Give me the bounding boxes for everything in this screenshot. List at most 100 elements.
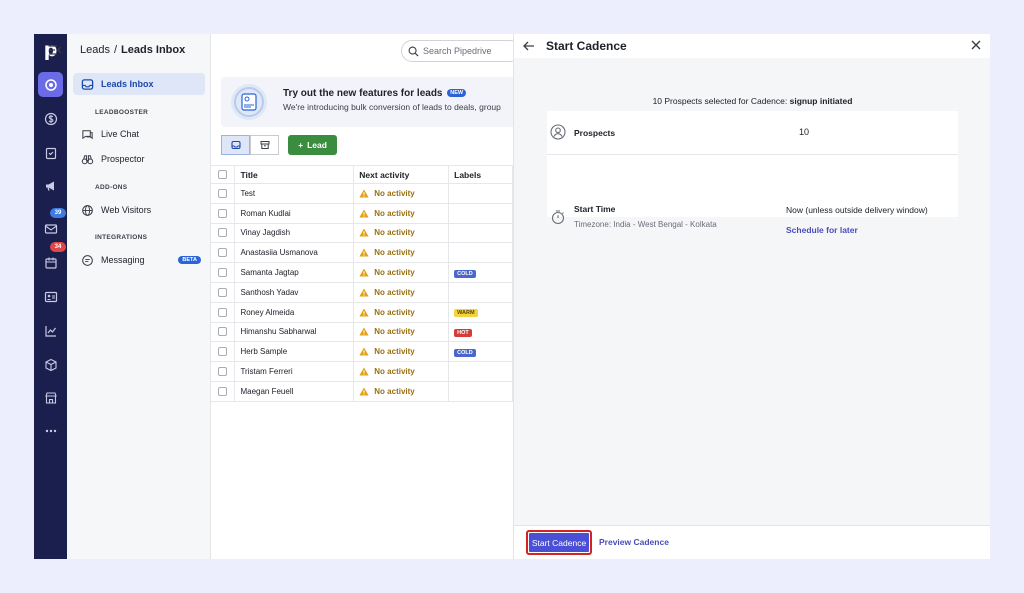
table-row[interactable]: Vinay Jagdish No activity	[211, 223, 513, 244]
sidebar-item-prospector[interactable]: Prospector	[73, 148, 205, 170]
lead-title[interactable]: Vinay Jagdish	[234, 223, 355, 244]
column-next-activity[interactable]: Next activity	[353, 165, 450, 184]
select-all-checkbox[interactable]	[218, 170, 227, 179]
lead-title[interactable]: Maegan Feuell	[234, 381, 355, 402]
row-checkbox[interactable]	[218, 248, 227, 258]
breadcrumb-parent[interactable]: Leads	[80, 44, 110, 56]
table-row[interactable]: Roman Kudlai No activity	[211, 203, 513, 224]
row-checkbox[interactable]	[218, 386, 227, 396]
table-row[interactable]: Maegan Feuell No activity	[211, 381, 513, 402]
column-title[interactable]: Title	[234, 165, 355, 184]
sidebar-item-messaging[interactable]: Messaging BETA	[73, 249, 205, 271]
lead-title[interactable]: Test	[234, 183, 355, 204]
inbox-view-button[interactable]	[221, 135, 250, 155]
archive-icon	[260, 141, 269, 149]
warning-icon	[359, 268, 369, 277]
next-activity-text: No activity	[374, 228, 415, 238]
lead-title[interactable]: Himanshu Sabharwal	[234, 322, 355, 343]
rail-item-mail[interactable]	[38, 216, 63, 241]
sidebar-item-label: Prospector	[101, 154, 145, 164]
row-checkbox[interactable]	[218, 268, 227, 278]
next-activity-cell: No activity	[353, 302, 450, 323]
lead-title[interactable]: Santhosh Yadav	[234, 282, 355, 303]
warning-icon	[359, 308, 369, 317]
calendar-icon	[44, 257, 57, 269]
labels-cell	[448, 223, 513, 244]
lead-card-illustration	[231, 84, 267, 120]
next-activity-text: No activity	[374, 347, 415, 357]
lead-title[interactable]: Anastasiia Usmanova	[234, 242, 355, 264]
lead-title[interactable]: Roman Kudlai	[234, 203, 355, 224]
collapse-sidebar-icon[interactable]	[48, 44, 62, 56]
row-checkbox[interactable]	[218, 208, 227, 218]
archive-view-button[interactable]	[250, 135, 279, 155]
table-row[interactable]: Anastasiia Usmanova No activity	[211, 242, 513, 264]
row-checkbox[interactable]	[218, 287, 227, 297]
add-lead-button[interactable]: + Lead	[288, 135, 337, 155]
rail-item-megaphone[interactable]	[38, 173, 63, 198]
close-icon[interactable]	[970, 39, 982, 51]
megaphone-icon	[45, 181, 54, 191]
back-arrow-icon[interactable]	[522, 39, 536, 53]
next-activity-text: No activity	[374, 248, 415, 258]
warning-icon	[359, 248, 369, 257]
rail-item-box[interactable]	[38, 352, 63, 377]
row-checkbox[interactable]	[218, 327, 227, 337]
row-checkbox[interactable]	[218, 307, 227, 317]
labels-cell	[448, 242, 513, 264]
schedule-later-link[interactable]: Schedule for later	[786, 225, 858, 235]
labels-cell: COLD	[448, 262, 513, 283]
column-labels[interactable]: Labels	[448, 165, 513, 184]
rail-item-more[interactable]	[38, 418, 63, 443]
lead-title[interactable]: Herb Sample	[234, 341, 355, 363]
rail-item-contacts[interactable]	[38, 284, 63, 309]
lead-label-badge: HOT	[454, 328, 472, 337]
sidebar-item-live-chat[interactable]: Live Chat	[73, 123, 205, 145]
sidebar-item-label: Web Visitors	[101, 205, 152, 215]
table-row[interactable]: Tristam Ferreri No activity	[211, 361, 513, 382]
table-row[interactable]: Roney Almeida No activity WARM	[211, 302, 513, 323]
lead-title[interactable]: Tristam Ferreri	[234, 361, 355, 382]
table-row[interactable]: Himanshu Sabharwal No activity HOT	[211, 322, 513, 343]
start-cadence-button[interactable]: Start Cadence	[526, 530, 592, 555]
next-activity-cell: No activity	[353, 203, 450, 224]
inbox-icon	[81, 78, 94, 90]
add-lead-label: Lead	[307, 140, 327, 150]
warning-icon	[359, 189, 369, 198]
rail-item-chart[interactable]	[38, 318, 63, 343]
labels-cell	[448, 203, 513, 224]
next-activity-cell: No activity	[353, 242, 450, 264]
contacts-icon	[44, 291, 57, 302]
search-input[interactable]: Search Pipedrive	[401, 40, 521, 62]
rail-item-calendar[interactable]	[38, 250, 63, 275]
row-select-cell	[211, 223, 236, 244]
labels-cell: HOT	[448, 322, 513, 343]
chat-icon	[82, 129, 93, 139]
rail-item-clipboard[interactable]	[38, 140, 63, 165]
row-checkbox[interactable]	[218, 228, 227, 238]
notification-badge: 34	[50, 242, 66, 252]
sidebar-item-label: Messaging	[101, 255, 145, 265]
rail-item-store[interactable]	[38, 385, 63, 410]
row-checkbox[interactable]	[218, 347, 227, 357]
rail-item-dollar[interactable]	[38, 106, 63, 131]
lead-title[interactable]: Roney Almeida	[234, 302, 355, 323]
start-time-label: Start Time	[574, 204, 616, 214]
cadence-settings-card: Prospects 10 Start Time Timezone: India …	[547, 111, 958, 235]
rail-item-target[interactable]	[38, 72, 63, 97]
globe-icon	[82, 204, 93, 216]
sidebar-item-web-visitors[interactable]: Web Visitors	[73, 199, 205, 221]
row-checkbox[interactable]	[218, 188, 227, 198]
table-row[interactable]: Herb Sample No activity COLD	[211, 341, 513, 363]
table-row[interactable]: Santhosh Yadav No activity	[211, 282, 513, 303]
preview-cadence-button[interactable]: Preview Cadence	[599, 537, 669, 547]
lead-title[interactable]: Samanta Jagtap	[234, 262, 355, 283]
prospects-value: 10	[799, 127, 810, 137]
breadcrumb: Leads / Leads Inbox	[80, 44, 185, 56]
table-row[interactable]: Samanta Jagtap No activity COLD	[211, 262, 513, 283]
table-row[interactable]: Test No activity	[211, 183, 513, 204]
row-checkbox[interactable]	[218, 367, 227, 377]
breadcrumb-current: Leads Inbox	[121, 44, 186, 56]
row-select-cell	[211, 242, 236, 264]
sidebar-item-leads-inbox[interactable]: Leads Inbox	[73, 73, 205, 95]
